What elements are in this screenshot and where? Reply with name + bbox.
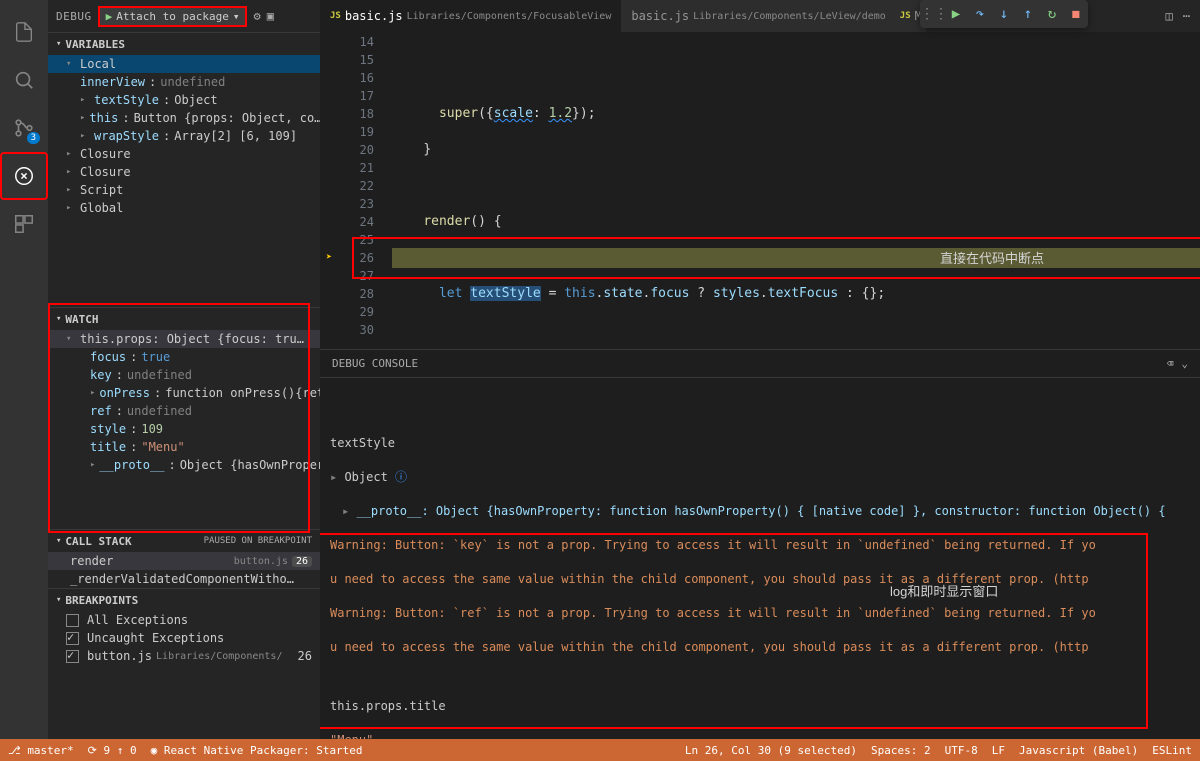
callstack-frame-render[interactable]: renderbutton.js26 — [48, 552, 320, 570]
watch-title[interactable]: title: "Menu" — [48, 438, 320, 456]
status-branch[interactable]: ⎇ master* — [8, 744, 74, 757]
watch-onpress[interactable]: ▸onPress: function onPress(){ret… — [48, 384, 320, 402]
status-encoding[interactable]: UTF-8 — [945, 744, 978, 757]
line-gutter: 14151617 18192021 22232425 2627282930 — [320, 32, 392, 349]
scope-global[interactable]: ▸Global — [48, 199, 320, 217]
status-lang[interactable]: Javascript (Babel) — [1019, 744, 1138, 757]
checkbox-icon[interactable] — [66, 614, 79, 627]
step-out-icon[interactable]: ↑ — [1016, 6, 1040, 22]
code-content: 直接在代码中断点 super({scale: 1.2}); } render()… — [392, 32, 1200, 349]
chevron-down-icon[interactable]: ⌄ — [1181, 357, 1188, 370]
play-icon: ▶ — [106, 10, 113, 23]
status-bar: ⎇ master* ⟳ 9 ↑ 0 ◉ React Native Package… — [0, 739, 1200, 761]
watch-ref[interactable]: ref: undefined — [48, 402, 320, 420]
watch-focus[interactable]: focus: true — [48, 348, 320, 366]
bp-uncaught[interactable]: Uncaught Exceptions — [48, 629, 320, 647]
debug-console-icon[interactable]: ▣ — [267, 9, 274, 23]
stop-icon[interactable]: ◼ — [1064, 6, 1088, 22]
callstack-header[interactable]: ▾CALL STACKPAUSED ON BREAKPOINT — [48, 530, 320, 552]
checkbox-icon[interactable] — [66, 632, 79, 645]
console-title: DEBUG CONSOLE — [332, 357, 418, 370]
debug-icon[interactable] — [0, 152, 48, 200]
attach-label: Attach to package — [116, 10, 229, 23]
debug-run-toolbar: ⋮⋮ ▶ ↷ ↓ ↑ ↻ ◼ — [920, 0, 1088, 28]
tab-bar: JS basic.js Libraries/Components/Focusab… — [320, 0, 1200, 32]
debug-title: DEBUG — [56, 10, 92, 23]
status-spaces[interactable]: Spaces: 2 — [871, 744, 931, 757]
checkbox-icon[interactable] — [66, 650, 79, 663]
console-output[interactable]: log和即时显示窗口 textStyle ▸ Object ⓘ ▸ __prot… — [320, 378, 1200, 739]
debug-console-panel: DEBUG CONSOLE ⌫ ⌄ log和即时显示窗口 textStyle ▸… — [320, 349, 1200, 739]
callstack-frame-2[interactable]: _renderValidatedComponentWitho… — [48, 570, 320, 588]
watch-key[interactable]: key: undefined — [48, 366, 320, 384]
status-eol[interactable]: LF — [992, 744, 1005, 757]
split-editor-icon[interactable]: ◫ — [1166, 9, 1173, 23]
watch-root[interactable]: ▾this.props: Object {focus: tru… — [48, 330, 320, 348]
scope-closure[interactable]: ▸Closure — [48, 145, 320, 163]
tab-basicjs-focusable[interactable]: JS basic.js Libraries/Components/Focusab… — [320, 0, 621, 32]
gear-icon[interactable]: ⚙ — [253, 9, 260, 23]
watch-proto[interactable]: ▸__proto__: Object {hasOwnProper… — [48, 456, 320, 474]
status-eslint[interactable]: ESLint — [1152, 744, 1192, 757]
status-packager[interactable]: ◉ React Native Packager: Started — [151, 744, 363, 757]
bp-buttonjs[interactable]: button.js Libraries/Components/26 — [48, 647, 320, 665]
debug-sidebar: DEBUG ▶ Attach to package ▾ ⚙ ▣ ▾VARIABL… — [48, 0, 320, 739]
watch-header[interactable]: ▾WATCH — [48, 308, 320, 330]
search-icon[interactable] — [0, 56, 48, 104]
var-innerview[interactable]: innerView: undefined — [48, 73, 320, 91]
watch-style[interactable]: style: 109 — [48, 420, 320, 438]
clear-console-icon[interactable]: ⌫ — [1167, 357, 1174, 370]
bp-all-exceptions[interactable]: All Exceptions — [48, 611, 320, 629]
annotation-text: log和即时显示窗口 — [890, 583, 998, 600]
status-position[interactable]: Ln 26, Col 30 (9 selected) — [685, 744, 857, 757]
var-this[interactable]: ▸this: Button {props: Object, co… — [48, 109, 320, 127]
explorer-icon[interactable] — [0, 8, 48, 56]
scm-icon[interactable]: 3 — [0, 104, 48, 152]
more-icon[interactable]: ⋯ — [1183, 9, 1190, 23]
restart-icon[interactable]: ↻ — [1040, 6, 1064, 22]
chevron-down-icon: ▾ — [233, 10, 240, 23]
step-into-icon[interactable]: ↓ — [992, 6, 1016, 22]
drag-handle-icon[interactable]: ⋮⋮ — [920, 6, 944, 22]
attach-config-button[interactable]: ▶ Attach to package ▾ — [98, 6, 248, 27]
scope-script[interactable]: ▸Script — [48, 181, 320, 199]
code-editor[interactable]: 14151617 18192021 22232425 2627282930 直接… — [320, 32, 1200, 349]
extensions-icon[interactable] — [0, 200, 48, 248]
continue-icon[interactable]: ▶ — [944, 6, 968, 22]
annotation-text: 直接在代码中断点 — [940, 250, 1044, 268]
scm-badge: 3 — [27, 132, 40, 144]
var-textstyle[interactable]: ▸textStyle: Object — [48, 91, 320, 109]
tab-basicjs-leview[interactable]: basic.js Libraries/Components/LeView/dem… — [621, 0, 895, 32]
scope-closure2[interactable]: ▸Closure — [48, 163, 320, 181]
status-sync[interactable]: ⟳ 9 ↑ 0 — [88, 744, 137, 757]
scope-local[interactable]: ▾Local — [48, 55, 320, 73]
variables-header[interactable]: ▾VARIABLES — [48, 33, 320, 55]
activity-bar: 3 — [0, 0, 48, 739]
var-wrapstyle[interactable]: ▸wrapStyle: Array[2] [6, 109] — [48, 127, 320, 145]
step-over-icon[interactable]: ↷ — [968, 6, 992, 22]
breakpoints-header[interactable]: ▾BREAKPOINTS — [48, 589, 320, 611]
